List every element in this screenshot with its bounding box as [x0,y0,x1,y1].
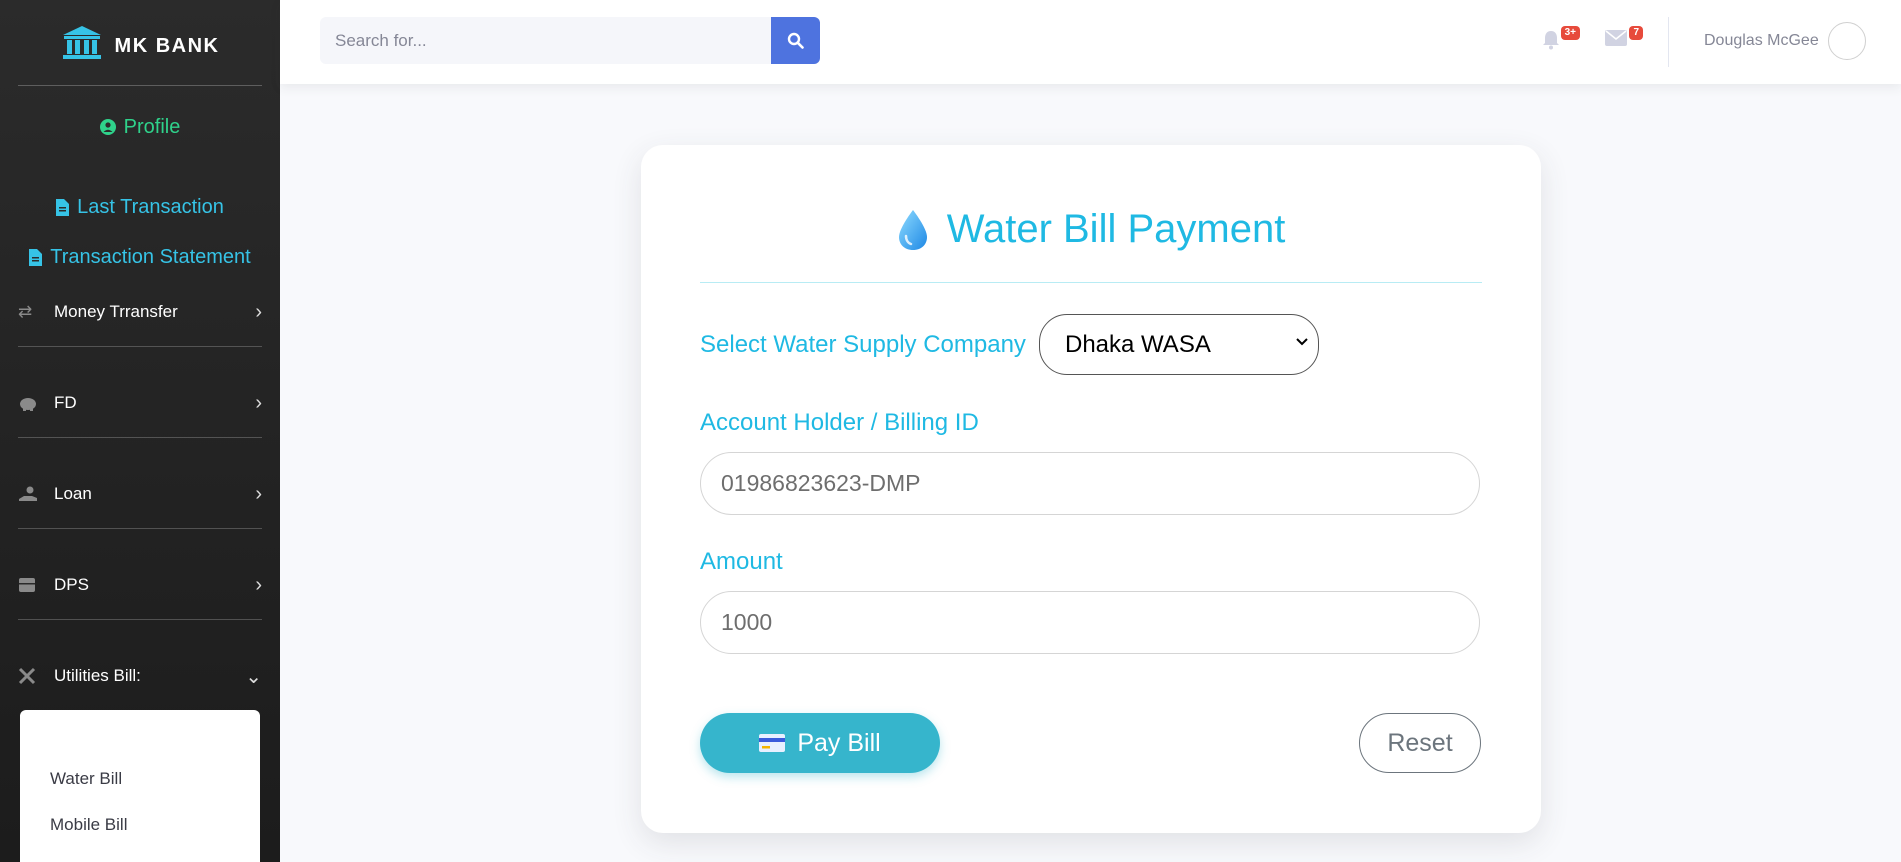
title-text: Water Bill Payment [946,207,1286,251]
file-icon [29,248,43,266]
messages-button[interactable]: 7 [1605,26,1643,52]
sidebar-item-dps[interactable]: DPS › [18,560,262,610]
search-icon [787,32,804,49]
sidebar-item-label: Utilities Bill: [54,666,141,685]
company-label: Select Water Supply Company [700,331,1026,358]
search-input[interactable] [320,17,771,64]
brand[interactable]: MK BANK [0,0,280,85]
bell-icon [1543,31,1559,50]
sidebar-divider [18,85,262,86]
title-divider [700,282,1482,283]
box-icon [18,577,54,593]
chevron-right-icon: › [255,300,262,323]
alerts-button[interactable]: 3+ [1542,26,1580,52]
chevron-right-icon: › [255,573,262,596]
envelope-icon [1605,30,1627,46]
topbar: 3+ 7 Douglas McGee [280,0,1901,84]
chevron-right-icon: › [255,391,262,414]
billing-id-input[interactable]: 01986823623-DMP [700,452,1480,515]
sidebar-item-loan[interactable]: Loan › [18,469,262,519]
amount-input[interactable]: 1000 [700,591,1480,654]
utilities-submenu: Water Bill Mobile Bill Credit-Card-Bill [20,710,260,862]
pay-bill-button[interactable]: Pay Bill [700,713,940,773]
sidebar-item-label: FD [54,393,77,412]
amount-label: Amount [700,548,783,575]
avatar[interactable] [1828,22,1866,60]
chevron-down-icon [1296,333,1308,351]
sidebar-item-utilities-bill[interactable]: Utilities Bill: ⌄ [18,651,262,701]
sidebar-item-fd[interactable]: FD › [18,378,262,428]
sidebar-item-label: DPS [54,575,89,594]
billing-id-value: 01986823623-DMP [721,470,921,496]
search-bar [320,17,820,64]
exchange-icon: ⇄ [18,302,33,321]
company-select-value: Dhaka WASA [1065,330,1211,358]
credit-card-icon [759,734,786,752]
messages-badge: 7 [1629,26,1643,40]
page-title: Water Bill Payment [641,207,1541,252]
water-bill-card: Water Bill Payment Select Water Supply C… [641,145,1541,833]
sidebar-item-label: Loan [54,484,92,503]
user-circle-icon [99,119,116,135]
sidebar-divider [18,437,262,438]
sidebar-item-last-transaction[interactable]: Last Transaction [0,190,280,224]
piggy-bank-icon [18,395,54,411]
sidebar-item-label: Money Trransfer [54,302,178,321]
company-select[interactable]: Dhaka WASA [1039,314,1319,375]
sidebar-divider [18,619,262,620]
hand-holding-icon [18,486,54,502]
tools-icon [18,667,54,685]
amount-value: 1000 [721,609,773,635]
reset-label: Reset [1387,728,1453,757]
sidebar-item-transaction-statement[interactable]: Transaction Statement [0,240,280,274]
chevron-right-icon: › [255,482,262,505]
water-drop-icon [898,209,927,250]
sidebar-item-label: Transaction Statement [50,245,251,268]
alerts-badge: 3+ [1560,26,1580,40]
submenu-item-credit-card-bill[interactable]: Credit-Card-Bill [20,848,260,862]
sidebar: MK BANK Profile Last Transaction Transac… [0,0,280,862]
chevron-down-icon: ⌄ [245,665,262,688]
search-button[interactable] [771,17,820,64]
sidebar-item-money-transfer[interactable]: ⇄ Money Trransfer › [18,287,262,337]
bank-icon [62,25,101,59]
topbar-divider [1668,17,1669,67]
pay-bill-label: Pay Bill [797,728,881,757]
sidebar-divider [18,528,262,529]
reset-button[interactable]: Reset [1359,713,1481,773]
username[interactable]: Douglas McGee [1704,32,1819,50]
sidebar-item-profile[interactable]: Profile [0,110,280,144]
submenu-item-water-bill[interactable]: Water Bill [20,756,260,802]
sidebar-item-label: Last Transaction [77,195,224,218]
account-label: Account Holder / Billing ID [700,409,979,436]
submenu-item-mobile-bill[interactable]: Mobile Bill [20,802,260,848]
file-icon [56,198,70,216]
sidebar-divider [18,346,262,347]
brand-name: MK BANK [114,35,220,57]
sidebar-item-label: Profile [123,115,181,138]
